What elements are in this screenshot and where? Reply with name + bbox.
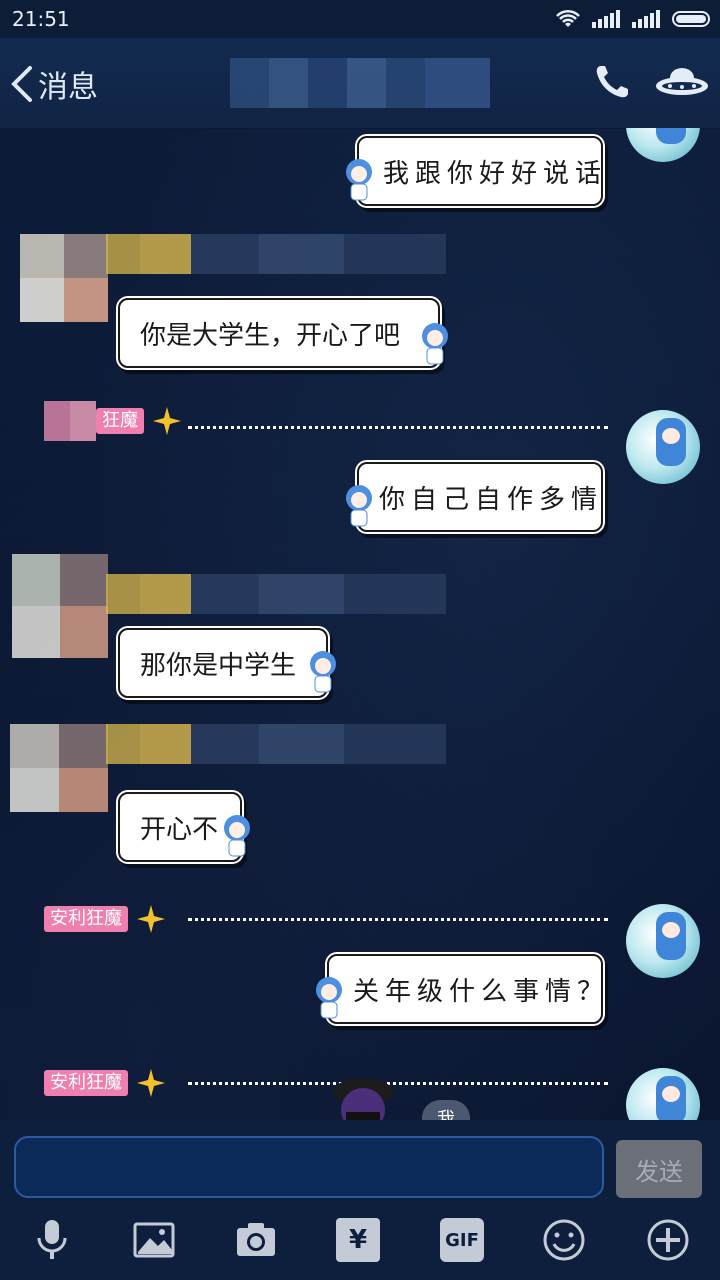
dotted-divider [188, 918, 608, 921]
wifi-icon [556, 9, 580, 27]
message-bubble-right[interactable]: 你自己自作多情 [357, 462, 603, 532]
contact-name-pixelated [230, 58, 490, 108]
message-text: 你是大学生，开心了吧 [140, 320, 401, 351]
message-bubble-right[interactable]: 我跟你好好说话 [357, 136, 603, 206]
self-avatar[interactable] [626, 1068, 700, 1120]
emoji-icon[interactable] [542, 1218, 586, 1262]
red-packet-symbol: ¥ [348, 1225, 368, 1255]
status-time: 21:51 [12, 7, 70, 31]
message-bubble-left[interactable]: 你是大学生，开心了吧 [118, 298, 440, 368]
gif-label: GIF [445, 1229, 479, 1251]
message-text: 我跟你好好说话 [383, 158, 608, 189]
message-input[interactable] [14, 1136, 604, 1198]
contact-name-pixelated [106, 574, 446, 614]
nick-row: 安利狂魔 [44, 904, 166, 934]
camera-icon[interactable] [234, 1218, 278, 1262]
message-text: 那你是中学生 [140, 650, 297, 681]
star-icon [137, 1069, 165, 1097]
self-avatar[interactable] [626, 410, 700, 484]
chat-list[interactable]: 我跟你好好说话 你是大学生，开心了吧 狂魔 你自己自作多情 那你是中学生 开心不… [0, 128, 720, 1120]
back-button[interactable]: 消息 [8, 62, 98, 106]
red-packet-icon[interactable]: ¥ [336, 1218, 380, 1262]
contact-avatar-pixelated[interactable] [12, 554, 108, 658]
dotted-divider [188, 1082, 608, 1085]
self-avatar[interactable] [626, 128, 700, 162]
battery-icon [672, 11, 710, 27]
message-bubble-left[interactable]: 那你是中学生 [118, 628, 328, 698]
message-text: 关年级什么事情？ [353, 976, 610, 1007]
nick-row: 安利狂魔 [44, 1068, 166, 1098]
back-label: 消息 [38, 70, 98, 105]
chibi-sticker-icon [346, 485, 372, 527]
mention-badge[interactable]: 我 [422, 1100, 470, 1120]
title-bar: 消息 [0, 38, 720, 129]
message-text: 你自己自作多情 [379, 484, 604, 515]
nick-tag: 安利狂魔 [44, 906, 128, 932]
mic-icon[interactable] [30, 1218, 74, 1262]
chibi-sticker-icon [310, 651, 336, 693]
nick-row: 狂魔 [44, 401, 182, 441]
self-avatar[interactable] [626, 904, 700, 978]
signal-icon [592, 10, 620, 28]
dotted-divider [188, 426, 608, 429]
plus-icon[interactable] [646, 1218, 690, 1262]
chibi-sticker-icon [422, 323, 448, 365]
chibi-sticker-icon [316, 977, 342, 1019]
nick-tag: 安利狂魔 [44, 1070, 128, 1096]
chevron-left-icon [11, 66, 32, 102]
contact-avatar-pixelated[interactable] [20, 234, 108, 322]
phone-icon[interactable] [592, 62, 632, 102]
bottom-toolbar: ¥ GIF [0, 1200, 720, 1280]
send-label: 发送 [635, 1157, 683, 1186]
star-icon [153, 407, 181, 435]
ufo-icon[interactable] [654, 62, 710, 102]
image-icon[interactable] [132, 1218, 176, 1262]
message-text: 开心不 [140, 814, 219, 845]
peeking-character-icon [333, 1078, 393, 1120]
contact-avatar-pixelated[interactable] [10, 724, 108, 812]
input-bar: 发送 [0, 1120, 720, 1200]
chibi-sticker-icon [346, 159, 372, 201]
nick-tag: 狂魔 [96, 408, 144, 434]
chibi-sticker-icon [224, 815, 250, 857]
nick-pixelated [44, 401, 96, 441]
mention-label: 我 [437, 1109, 455, 1120]
message-bubble-right[interactable]: 关年级什么事情？ [327, 954, 603, 1024]
send-button[interactable]: 发送 [616, 1140, 702, 1198]
status-bar: 21:51 [0, 0, 720, 38]
contact-name-pixelated [106, 724, 446, 764]
gif-icon[interactable]: GIF [440, 1218, 484, 1262]
contact-name-pixelated [106, 234, 446, 274]
star-icon [137, 905, 165, 933]
signal-icon-2 [632, 10, 660, 28]
